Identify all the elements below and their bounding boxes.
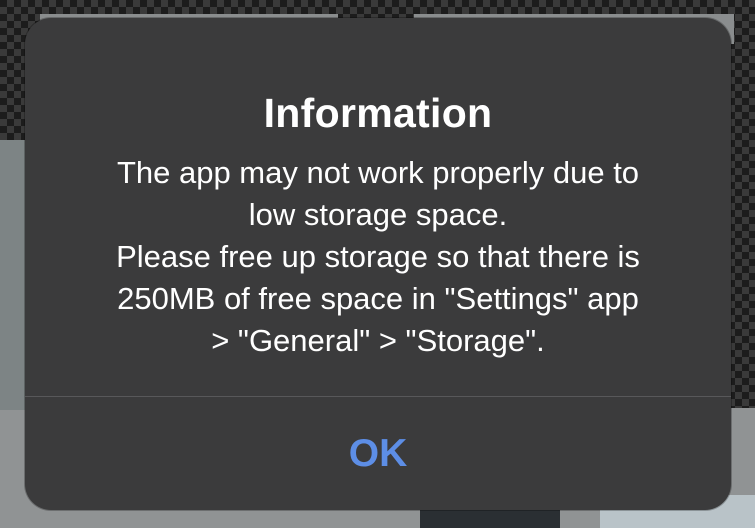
alert-message-line: The app may not work properly due to	[116, 155, 640, 190]
alert-message-line: Please free up storage so that there is	[116, 239, 640, 274]
alert-message: The app may not work properly due to low…	[55, 152, 701, 362]
alert-title: Information	[263, 90, 493, 136]
alert-dialog: Information The app may not work properl…	[25, 18, 731, 510]
alert-message-line: low storage space.	[248, 197, 508, 232]
alert-message-line: > "General" > "Storage".	[211, 323, 545, 358]
ok-button[interactable]: OK	[25, 397, 731, 510]
alert-message-line: 250MB of free space in "Settings" app	[117, 281, 639, 316]
alert-body: Information The app may not work properl…	[25, 18, 731, 396]
